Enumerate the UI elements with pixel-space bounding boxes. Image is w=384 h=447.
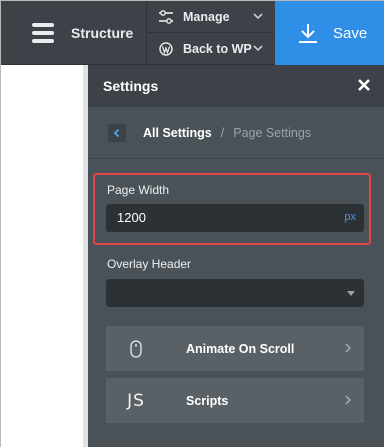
sliders-icon [158,9,174,25]
manage-label: Manage [183,9,230,24]
settings-body: Page Width 1200 px Overlay Header Animat… [88,159,384,447]
js-icon: JS [127,390,145,411]
caret-down-icon [347,291,355,296]
breadcrumb: All Settings / Page Settings [88,107,384,159]
top-toolbar: Structure Manage Back to WP Save [1,1,384,65]
page-width-label: Page Width [107,183,170,197]
overlay-header-label: Overlay Header [107,257,192,271]
back-to-wp-menu[interactable]: Back to WP [148,33,274,65]
save-button[interactable]: Save [275,1,384,65]
chevron-down-icon [253,13,263,20]
animate-on-scroll-row[interactable]: Animate On Scroll [106,326,364,371]
wordpress-icon [158,41,174,57]
back-button[interactable] [108,123,126,142]
save-label: Save [333,24,368,42]
animate-on-scroll-label: Animate On Scroll [186,341,295,356]
breadcrumb-separator: / [220,125,225,140]
download-icon [299,24,317,43]
overlay-header-select[interactable] [106,279,364,307]
scripts-row[interactable]: JS Scripts [106,378,364,423]
chevron-right-icon [345,343,351,353]
mouse-icon [106,339,166,358]
page-width-input[interactable]: 1200 px [106,204,364,232]
manage-menu[interactable]: Manage [148,1,274,33]
settings-title: Settings [103,78,159,94]
page-width-unit: px [344,211,356,223]
structure-button[interactable]: Structure [13,1,147,65]
close-icon[interactable] [356,77,372,93]
page-width-value: 1200 [117,210,146,225]
structure-label: Structure [71,25,134,41]
settings-panel-header: Settings [88,65,384,107]
back-to-wp-label: Back to WP [183,42,252,56]
structure-icon [29,19,57,47]
settings-panel: Settings All Settings / Page Settings Pa… [88,65,384,447]
scripts-label: Scripts [186,393,229,408]
page-canvas[interactable] [1,65,83,447]
chevron-right-icon [345,395,351,405]
chevron-down-icon [253,45,263,52]
toolbar-menu-group: Manage Back to WP [148,1,274,65]
breadcrumb-all-settings[interactable]: All Settings [143,126,212,140]
chevron-left-icon [113,128,120,137]
breadcrumb-current: Page Settings [233,125,312,140]
